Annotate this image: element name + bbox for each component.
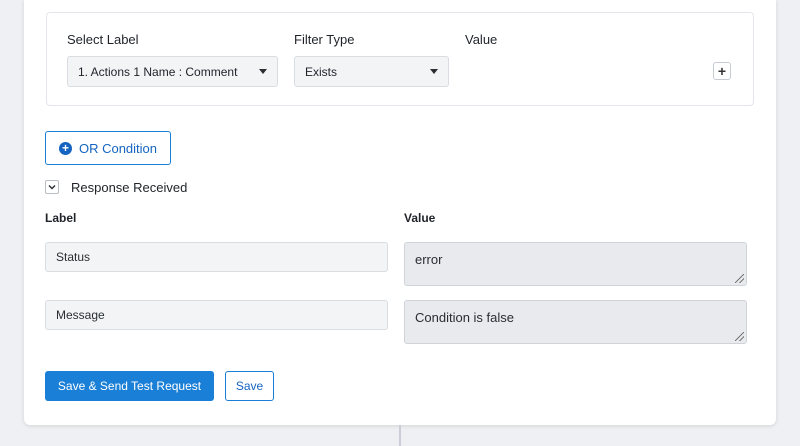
value-header: Value — [465, 32, 498, 47]
or-condition-label: OR Condition — [78, 140, 158, 156]
filter-type-value: Exists — [305, 64, 338, 79]
select-label-dropdown[interactable]: 1. Actions 1 Name : Comment — [67, 56, 278, 87]
message-value-text: Condition is false — [415, 310, 514, 325]
test-request-card: Select Label Filter Type Value 1. Action… — [24, 0, 776, 425]
resize-grip-icon[interactable] — [735, 332, 744, 341]
filter-condition-row: Select Label Filter Type Value 1. Action… — [46, 12, 754, 106]
or-condition-button[interactable]: + OR Condition — [45, 131, 171, 165]
response-label-header: Label — [45, 211, 77, 225]
select-label-value: 1. Actions 1 Name : Comment — [78, 64, 238, 79]
response-received-title: Response Received — [71, 180, 188, 195]
response-value-header: Value — [404, 211, 436, 225]
add-filter-button[interactable]: + — [713, 62, 731, 80]
filter-type-dropdown[interactable]: Exists — [294, 56, 449, 87]
plus-icon: + — [717, 63, 727, 79]
chevron-down-icon — [48, 185, 56, 190]
select-label-header: Select Label — [67, 32, 139, 47]
status-label-field[interactable]: Status — [45, 242, 388, 272]
message-label-text: Message — [56, 308, 105, 322]
caret-down-icon — [430, 69, 438, 74]
response-toggle[interactable] — [45, 180, 59, 194]
plus-circle-icon: + — [58, 141, 72, 155]
message-value-textarea[interactable]: Condition is false — [404, 300, 747, 344]
flow-connector-line — [399, 425, 401, 446]
message-label-field[interactable]: Message — [45, 300, 388, 330]
resize-grip-icon[interactable] — [735, 274, 744, 283]
status-label-text: Status — [56, 250, 91, 264]
filter-type-header: Filter Type — [294, 32, 355, 47]
save-send-test-request-button[interactable]: Save & Send Test Request — [45, 371, 214, 401]
save-button[interactable]: Save — [225, 371, 274, 401]
caret-down-icon — [259, 69, 267, 74]
status-value-text: error — [415, 252, 443, 267]
status-value-textarea[interactable]: error — [404, 242, 747, 286]
